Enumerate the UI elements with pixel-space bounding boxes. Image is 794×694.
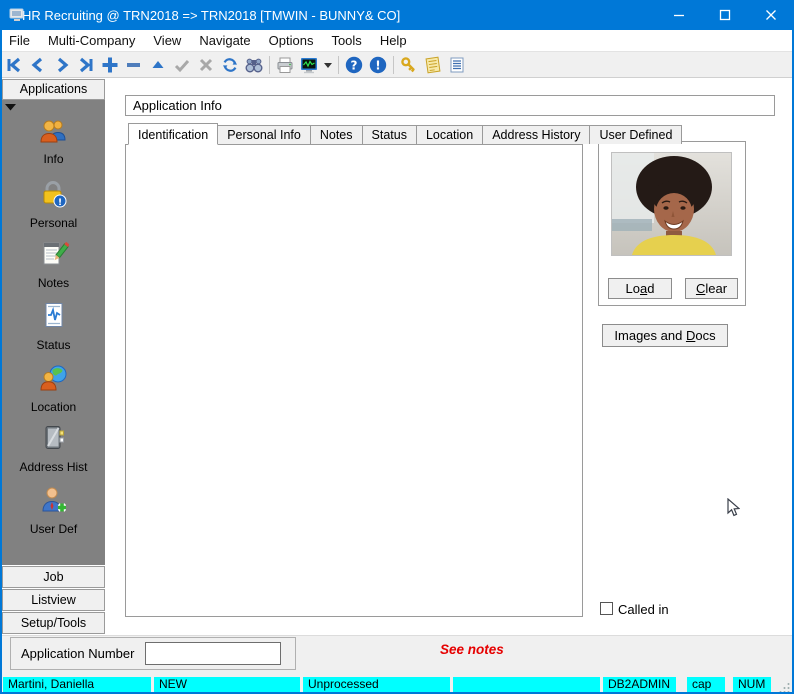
title-bar: HR Recruiting @ TRN2018 => TRN2018 [TMWI… [0,0,794,30]
menu-help[interactable]: Help [371,30,416,52]
status-record-state: NEW [154,677,300,692]
toolbar-separator [393,56,394,74]
next-record-icon[interactable] [50,54,74,76]
toolbar: ? ! [2,52,792,78]
tab-page-identification [125,144,583,617]
toolbar-separator [338,56,339,74]
sidebar-item-personal[interactable]: ! Personal [2,179,105,230]
print-icon[interactable] [273,54,297,76]
menu-file[interactable]: File [0,30,39,52]
menu-view[interactable]: View [144,30,190,52]
svg-text:!: ! [57,198,61,208]
report-icon[interactable] [445,54,469,76]
clear-button[interactable]: Clear [685,278,738,299]
sidebar-label: Personal [2,216,105,230]
sticky-notes-icon[interactable] [421,54,445,76]
previous-record-icon[interactable] [26,54,50,76]
sidebar-item-user-def[interactable]: User Def [2,485,105,536]
status-num: NUM [733,677,771,692]
sidebar-label: Address Hist [2,460,105,474]
status-user: DB2ADMIN [603,677,676,692]
move-up-icon[interactable] [146,54,170,76]
menu-bar: File Multi-Company View Navigate Options… [0,30,794,52]
svg-text:!: ! [375,58,380,72]
data-view-dropdown-icon[interactable] [321,54,335,76]
app-icon [9,7,25,23]
sidebar-label: Notes [2,276,105,290]
tab-status[interactable]: Status [362,125,417,144]
sidebar-header-applications[interactable]: Applications [2,79,105,100]
sidebar-scroll-down-icon[interactable] [2,100,19,113]
page-title: Application Info [125,95,775,116]
sidebar-button-job[interactable]: Job [2,566,105,588]
menu-tools[interactable]: Tools [322,30,370,52]
permissions-key-icon[interactable] [397,54,421,76]
called-in-checkbox[interactable] [600,602,613,615]
data-view-icon[interactable] [297,54,321,76]
tab-user-defined[interactable]: User Defined [589,125,682,144]
first-record-icon[interactable] [2,54,26,76]
menu-options[interactable]: Options [260,30,323,52]
svg-text:?: ? [351,58,358,72]
close-button[interactable] [748,0,794,30]
resize-grip[interactable] [779,680,791,691]
window-border-left [0,30,2,694]
sidebar-item-notes[interactable]: Notes [2,239,105,290]
sidebar-item-address-hist[interactable]: Address Hist [2,423,105,474]
sidebar-button-setup-tools[interactable]: Setup/Tools [2,612,105,634]
about-icon[interactable]: ! [366,54,390,76]
maximize-button[interactable] [702,0,748,30]
delete-record-icon[interactable] [122,54,146,76]
tab-address-history[interactable]: Address History [482,125,590,144]
sidebar-label: Status [2,338,105,352]
tab-notes[interactable]: Notes [310,125,363,144]
cancel-icon[interactable] [194,54,218,76]
sidebar-label: User Def [2,522,105,536]
tab-strip: Identification Personal Info Notes Statu… [129,125,682,146]
refresh-icon[interactable] [218,54,242,76]
find-icon[interactable] [242,54,266,76]
application-number-label: Application Number [21,646,134,661]
menu-navigate[interactable]: Navigate [190,30,259,52]
sidebar-item-status[interactable]: Status [2,301,105,352]
tab-personal-info[interactable]: Personal Info [217,125,311,144]
window-title: HR Recruiting @ TRN2018 => TRN2018 [TMWI… [22,8,400,23]
status-caps: cap [687,677,725,692]
person-globe-icon [39,363,69,393]
images-and-docs-button[interactable]: Images and Docs [602,324,728,347]
menu-multi-company[interactable]: Multi-Company [39,30,144,52]
help-icon[interactable]: ? [342,54,366,76]
sidebar-label: Info [2,152,105,166]
load-button[interactable]: Load [608,278,672,299]
see-notes-text: See notes [440,642,504,657]
lock-alert-icon: ! [39,179,69,209]
application-window: HR Recruiting @ TRN2018 => TRN2018 [TMWI… [0,0,794,694]
toolbar-separator [269,56,270,74]
last-record-icon[interactable] [74,54,98,76]
photo-panel: Load Clear [598,141,746,306]
tab-identification[interactable]: Identification [128,123,218,145]
add-record-icon[interactable] [98,54,122,76]
application-number-input[interactable] [145,642,281,665]
notepad-pencil-icon [39,239,69,269]
status-empty-segment [453,677,600,692]
status-applicant-name: Martini, Daniella [3,677,151,692]
tab-location[interactable]: Location [416,125,483,144]
status-process-state: Unprocessed [303,677,450,692]
accept-icon[interactable] [170,54,194,76]
sidebar-item-info[interactable]: Info [2,117,105,166]
sidebar-label: Location [2,400,105,414]
sidebar: Info ! Personal Notes Status Location Ad… [2,100,105,565]
person-plus-icon [39,485,69,515]
applicant-photo [611,152,732,256]
sidebar-item-location[interactable]: Location [2,363,105,414]
pulse-document-icon [39,301,69,331]
address-book-icon [39,423,69,453]
sidebar-button-listview[interactable]: Listview [2,589,105,611]
minimize-button[interactable] [656,0,702,30]
two-people-icon [39,117,69,145]
called-in-label: Called in [618,602,669,617]
